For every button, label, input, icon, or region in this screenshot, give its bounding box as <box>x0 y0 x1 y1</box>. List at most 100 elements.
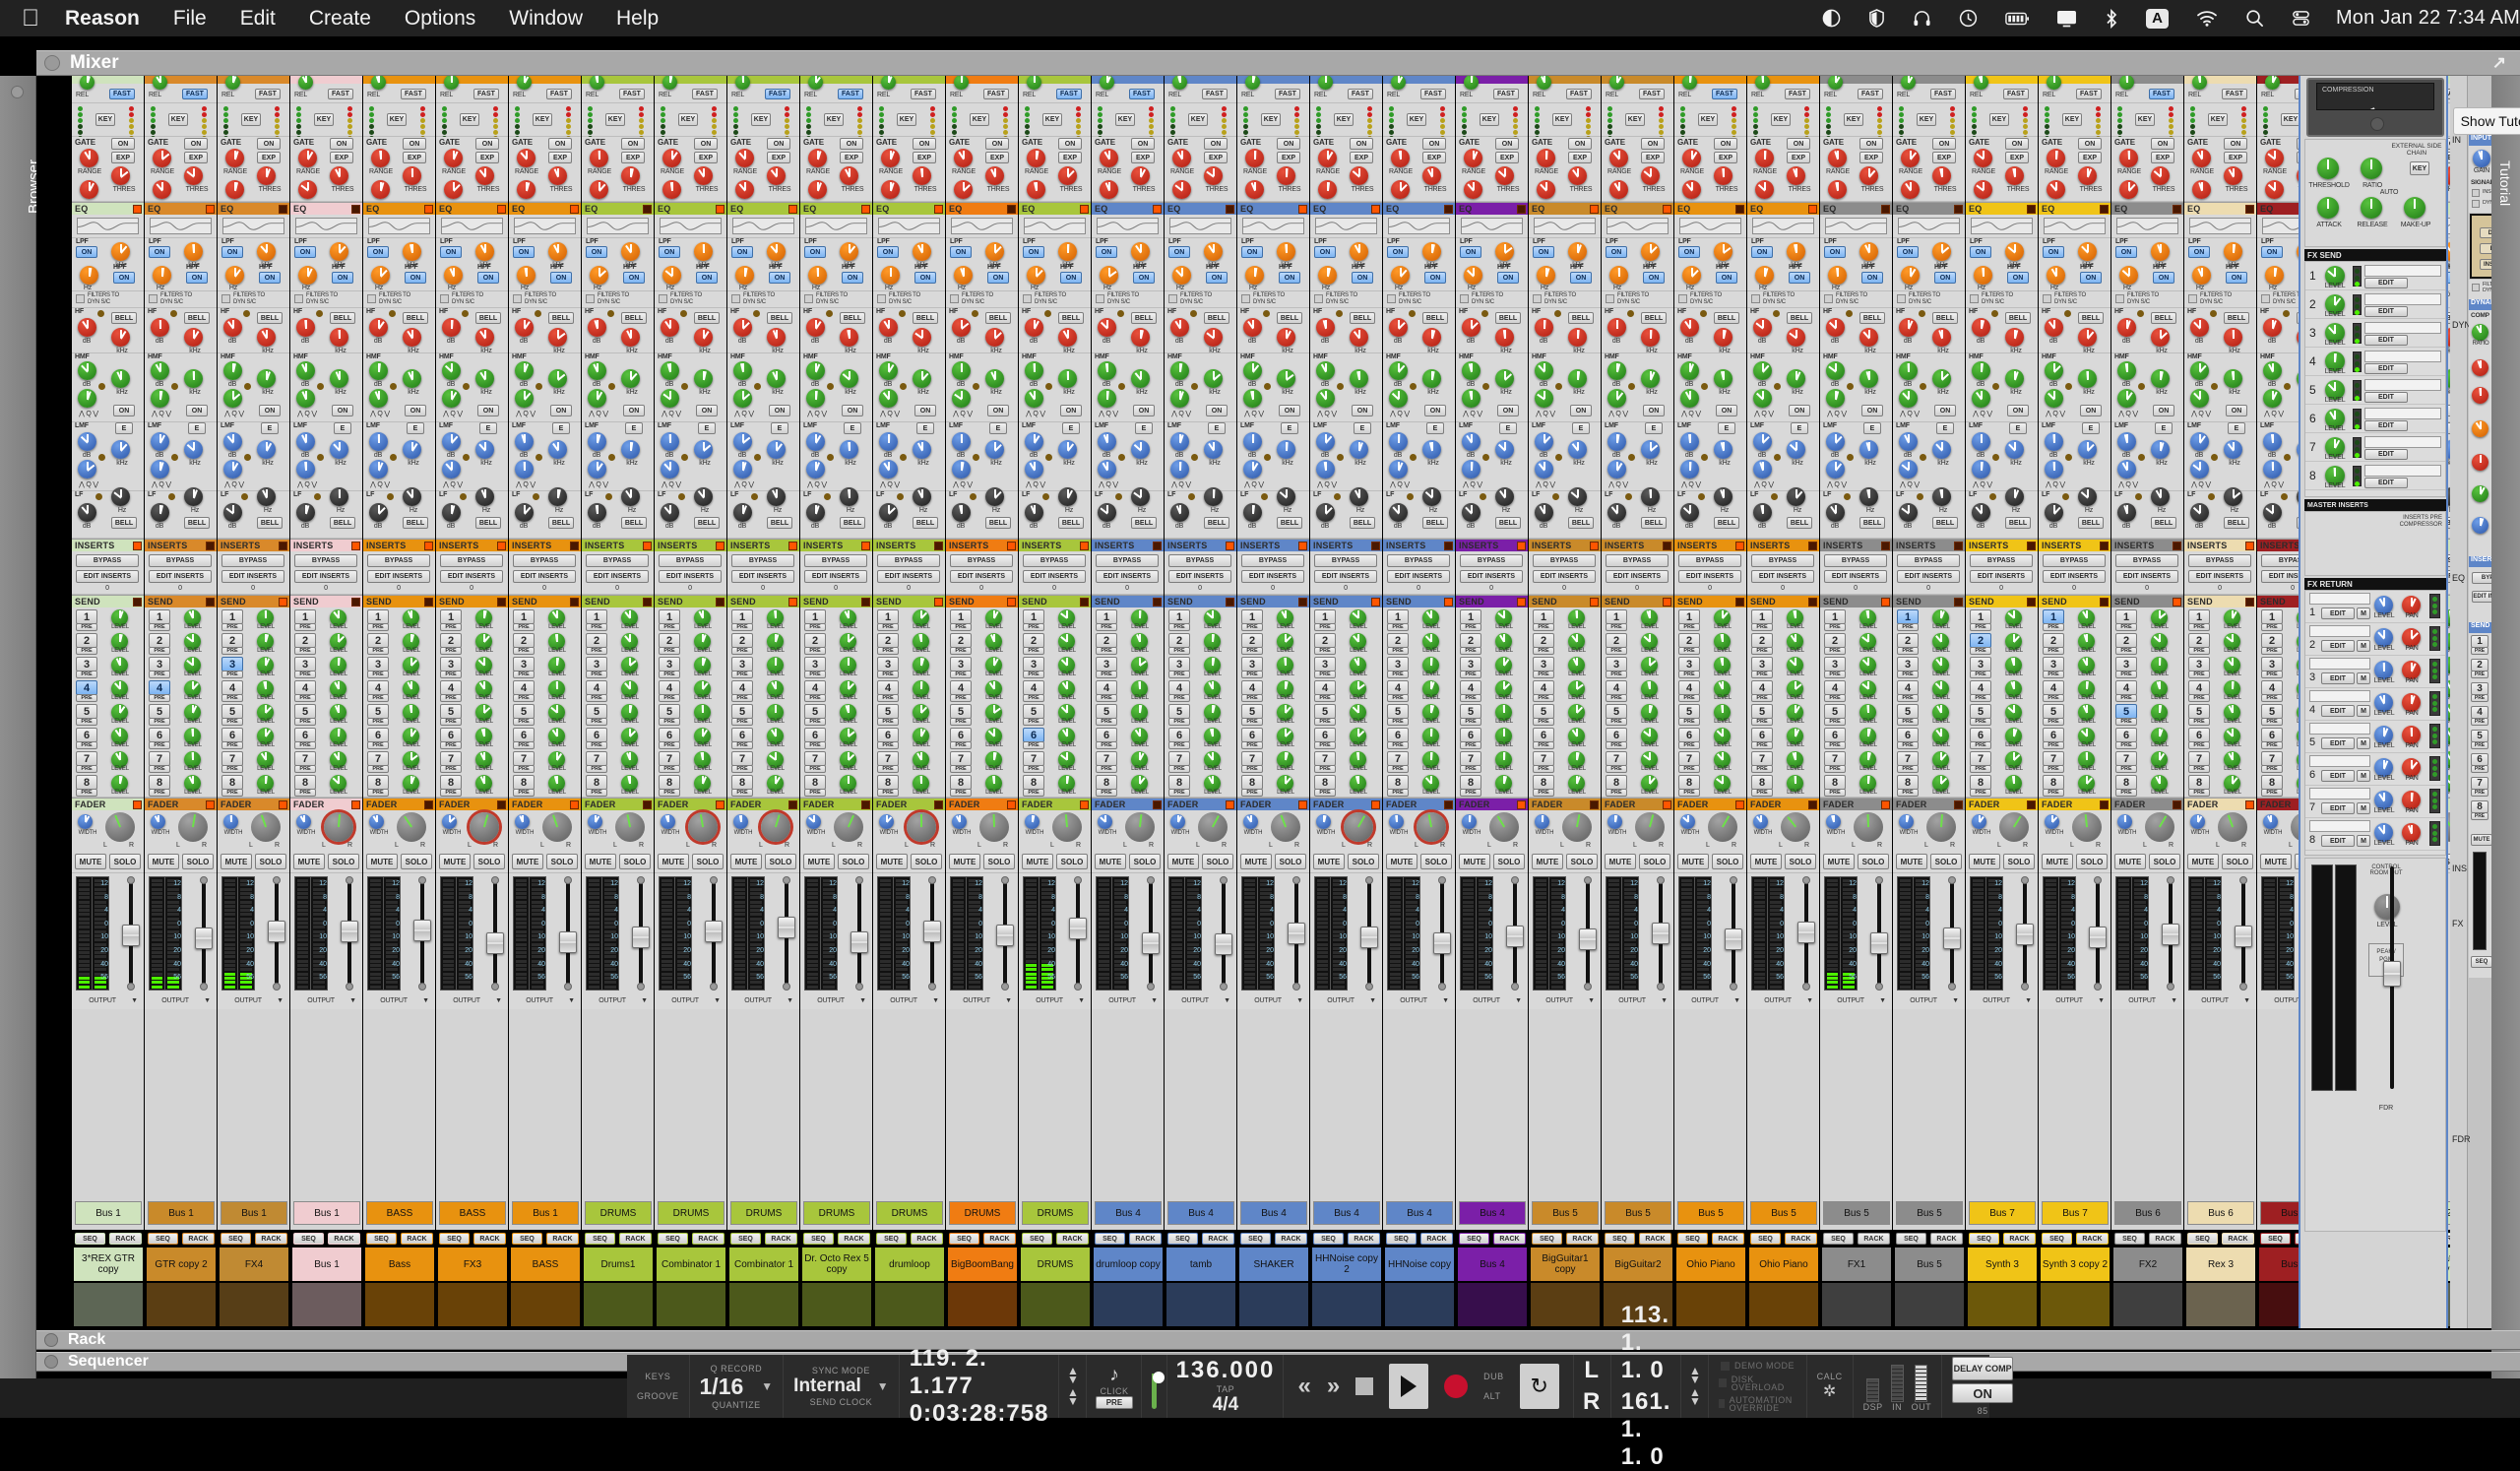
fast-button[interactable]: FAST <box>1566 89 1592 99</box>
inserts-header[interactable]: INSERTS <box>509 539 581 551</box>
fader-handle[interactable] <box>923 921 941 942</box>
send-header[interactable]: SEND <box>946 595 1018 608</box>
release-knob[interactable] <box>590 76 604 90</box>
lmf-freq-knob[interactable] <box>330 440 348 459</box>
hmf-q-knob[interactable] <box>1389 389 1408 408</box>
send-1-pre-button[interactable]: PRE <box>513 623 535 631</box>
width-knob[interactable] <box>151 814 165 829</box>
output-row[interactable]: OUTPUT ▼ <box>582 995 654 1009</box>
gate-thres-knob[interactable] <box>1422 166 1441 185</box>
hf-freq-knob[interactable] <box>1641 328 1660 347</box>
gate-exp-button[interactable]: EXP <box>475 152 499 163</box>
send-4-pre-button[interactable]: PRE <box>731 694 753 702</box>
hf-bell-button[interactable]: BELL <box>548 312 574 324</box>
gate-range-knob[interactable] <box>590 149 608 167</box>
send-7-pre-button[interactable]: PRE <box>149 765 170 773</box>
lpf-on-button[interactable]: ON <box>659 246 680 258</box>
lpf-on-button[interactable]: ON <box>1241 246 1263 258</box>
inserts-led[interactable] <box>1226 542 1234 550</box>
gate-range-knob[interactable] <box>1682 149 1701 167</box>
channel-name[interactable]: BASS <box>511 1247 580 1281</box>
key-button[interactable]: KEY <box>314 113 334 126</box>
hmf-freq-knob[interactable] <box>403 369 421 388</box>
inserts-led[interactable] <box>1735 542 1744 550</box>
hmf-gain-knob[interactable] <box>1025 361 1043 380</box>
inserts-bypass-button[interactable]: BYPASS <box>586 554 649 567</box>
send-2-pre-button[interactable]: PRE <box>731 647 753 655</box>
output-row[interactable]: OUTPUT ▼ <box>145 995 217 1009</box>
pan-knob[interactable] <box>1417 812 1446 842</box>
eq-on-button[interactable]: ON <box>1279 405 1300 416</box>
lmf-gain-knob[interactable] <box>1098 432 1116 451</box>
eq-led[interactable] <box>1153 205 1162 214</box>
send-4-pre-button[interactable]: PRE <box>149 694 170 702</box>
gate-thres-knob[interactable] <box>1787 166 1805 185</box>
mixer-collapse-dot[interactable] <box>44 55 60 71</box>
eq-header[interactable]: EQ <box>1747 202 1819 215</box>
seq-button[interactable]: SEQ <box>1167 1233 1198 1245</box>
inserts-led[interactable] <box>1153 542 1162 550</box>
send-4-number-button[interactable]: 4 <box>1023 680 1044 695</box>
send-1-number-button[interactable]: 1 <box>76 609 97 624</box>
send-8-number-button[interactable]: 8 <box>149 775 170 790</box>
output-row[interactable]: OUTPUT ▼ <box>1383 995 1455 1009</box>
lmf-q-knob[interactable] <box>369 460 388 479</box>
hmf-freq-knob[interactable] <box>548 369 567 388</box>
send-5-pre-button[interactable]: PRE <box>367 718 389 726</box>
send-1-number-button[interactable]: 1 <box>1387 609 1409 624</box>
menu-item-reason[interactable]: Reason <box>65 7 140 31</box>
edit-inserts-button[interactable]: EDIT INSERTS <box>513 570 576 583</box>
hf-gain-knob[interactable] <box>952 318 971 337</box>
send-6-pre-button[interactable]: PRE <box>1460 741 1481 749</box>
hmf-gain-knob[interactable] <box>223 361 242 380</box>
edit-inserts-button[interactable]: EDIT INSERTS <box>1241 570 1304 583</box>
eq-e-button[interactable]: E <box>1135 422 1153 434</box>
eq-e-button[interactable]: E <box>844 422 861 434</box>
send-2-number-button[interactable]: 2 <box>221 633 243 648</box>
pan-knob[interactable] <box>688 812 718 842</box>
output-bus-value[interactable]: Bus 4 <box>1095 1201 1162 1225</box>
lmf-q-knob[interactable] <box>733 460 752 479</box>
seq-button[interactable]: SEQ <box>1605 1233 1635 1245</box>
output-bus-value[interactable]: DRUMS <box>585 1201 652 1225</box>
channel-fader[interactable] <box>267 876 286 991</box>
lmf-freq-knob[interactable] <box>694 440 713 459</box>
eq-led[interactable] <box>279 205 287 214</box>
fader-header[interactable]: FADER <box>1456 798 1528 810</box>
lmf-freq-knob[interactable] <box>1058 440 1077 459</box>
send-8-pre-button[interactable]: PRE <box>1387 789 1409 797</box>
send-4-pre-button[interactable]: PRE <box>221 694 243 702</box>
lf-freq-knob[interactable] <box>621 487 640 506</box>
hmf-q-knob[interactable] <box>1098 389 1116 408</box>
send-3-pre-button[interactable]: PRE <box>1678 671 1700 678</box>
hf-gain-knob[interactable] <box>879 318 898 337</box>
send-7-pre-button[interactable]: PRE <box>1168 765 1190 773</box>
send-8-number-button[interactable]: 8 <box>1096 775 1117 790</box>
lf-freq-knob[interactable] <box>913 487 931 506</box>
send-2-pre-button[interactable]: PRE <box>1314 647 1336 655</box>
send-7-number-button[interactable]: 7 <box>1678 751 1700 766</box>
send-5-number-button[interactable]: 5 <box>950 704 972 719</box>
gate-thres-knob[interactable] <box>403 166 421 185</box>
seq-button[interactable]: SEQ <box>148 1233 178 1245</box>
lpf-on-button[interactable]: ON <box>1678 246 1700 258</box>
send-7-pre-button[interactable]: PRE <box>1460 765 1481 773</box>
fast-button[interactable]: FAST <box>765 89 790 99</box>
eq-on-button[interactable]: ON <box>1570 405 1592 416</box>
eq-on-button[interactable]: ON <box>1716 405 1737 416</box>
gate-range-knob[interactable] <box>153 149 171 167</box>
send-4-pre-button[interactable]: PRE <box>76 694 97 702</box>
lmf-gain-knob[interactable] <box>1535 432 1553 451</box>
bluetooth-icon[interactable] <box>2105 9 2118 29</box>
lf-freq-knob[interactable] <box>475 487 494 506</box>
solo-button[interactable]: SOLO <box>1712 854 1743 869</box>
inserts-header[interactable]: INSERTS <box>1674 539 1746 551</box>
filters-to-dyn-row[interactable]: FILTERS TO DYN S/C <box>436 291 508 308</box>
gate-thres-knob[interactable] <box>1131 166 1150 185</box>
send-3-pre-button[interactable]: PRE <box>367 671 389 678</box>
channel-name[interactable]: drumloop copy <box>1094 1247 1163 1281</box>
gate-on-button[interactable]: ON <box>1495 138 1519 150</box>
channel-fader[interactable] <box>1432 876 1452 991</box>
hf-gain-knob[interactable] <box>1098 318 1116 337</box>
send-3-number-button[interactable]: 3 <box>877 657 899 672</box>
